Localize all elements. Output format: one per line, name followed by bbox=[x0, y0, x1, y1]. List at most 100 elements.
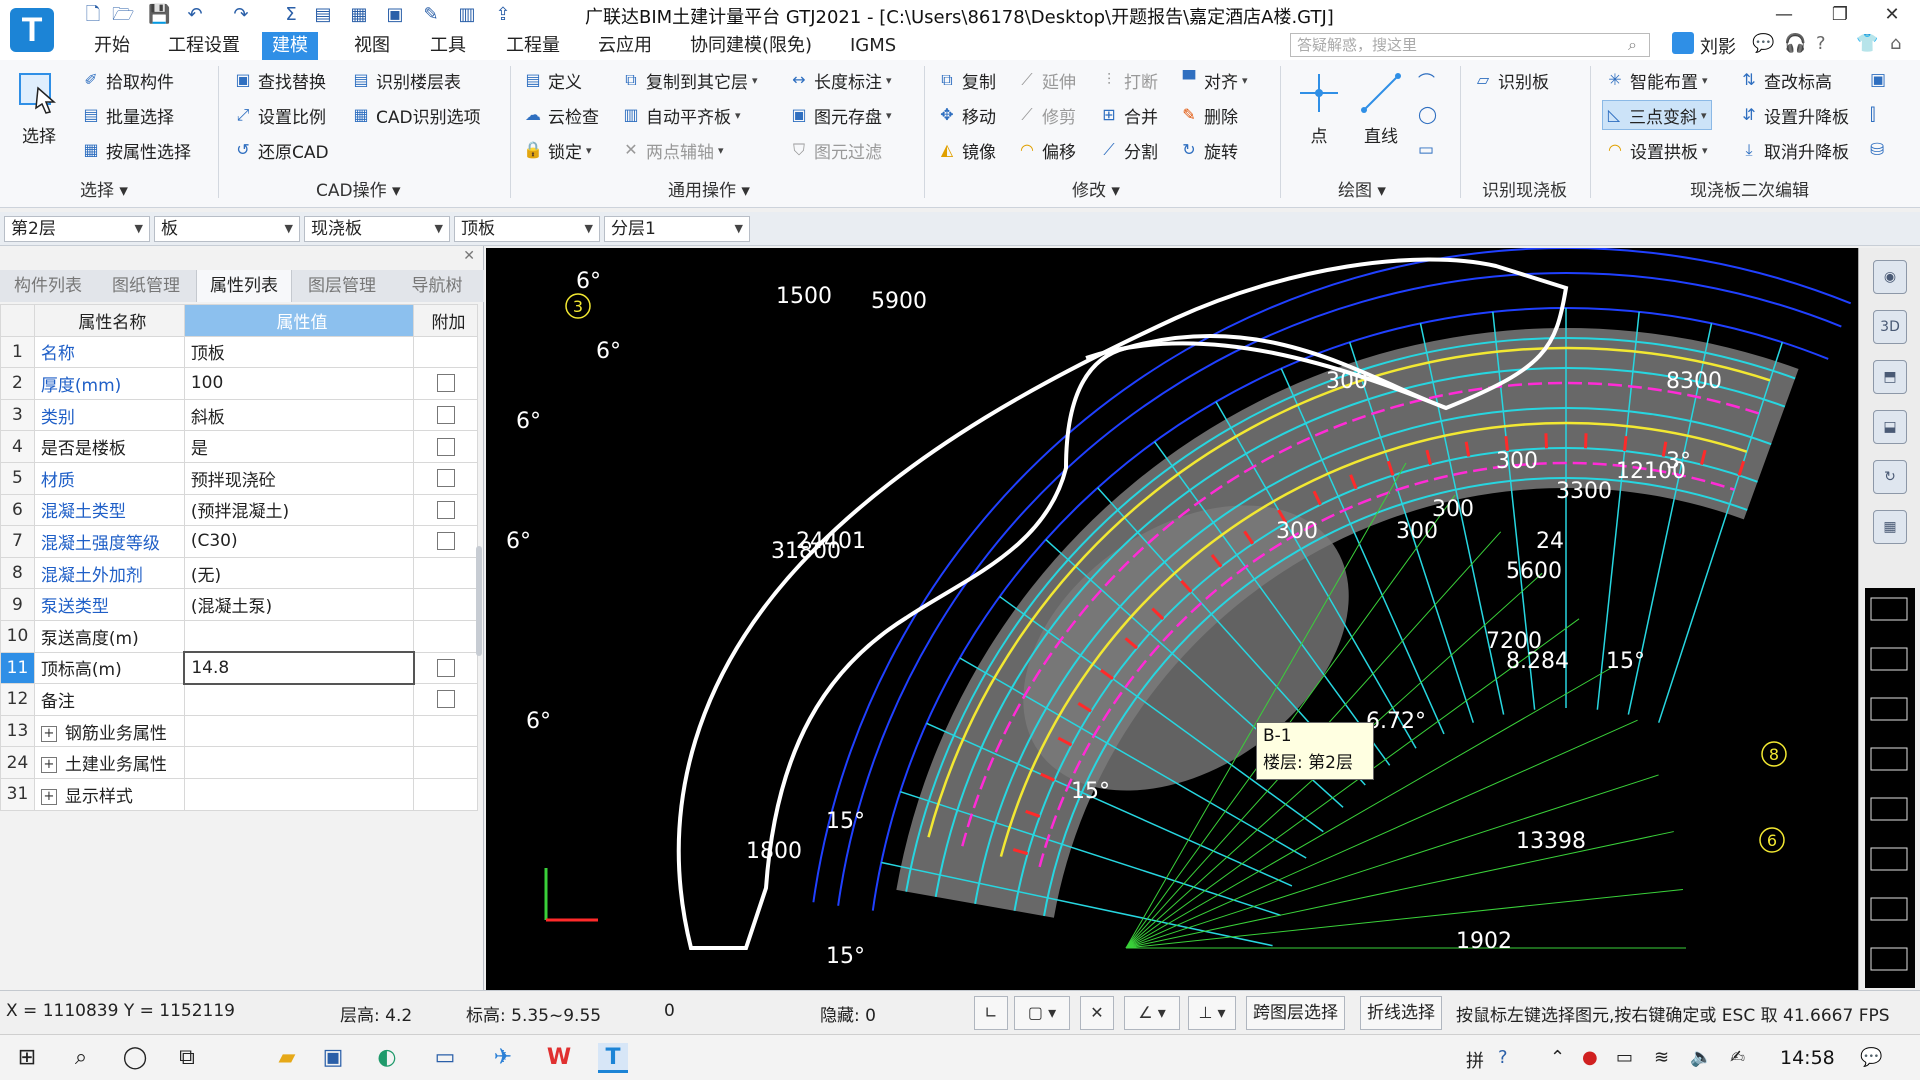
task-view-icon[interactable]: ⧉ bbox=[172, 1043, 202, 1073]
cloud-check-button[interactable]: ☁ 云检查 bbox=[522, 100, 599, 130]
battery-icon[interactable]: ▭ bbox=[1616, 1047, 1633, 1068]
qq-icon[interactable]: ● bbox=[1582, 1047, 1598, 1068]
cortana-icon[interactable]: ◯ bbox=[120, 1043, 150, 1073]
two-point-axis-button[interactable]: ✕ 两点辅轴 ▾ bbox=[620, 135, 723, 165]
home-icon[interactable]: ⌂ bbox=[1890, 33, 1901, 54]
table-row[interactable]: 1 名称 顶板 bbox=[0, 335, 478, 369]
merge-button[interactable]: ⊞ 合并 bbox=[1098, 100, 1158, 130]
trim-button[interactable]: ⟋ 修剪 bbox=[1016, 100, 1076, 130]
table-row[interactable]: 9 泵送类型 (混凝土泵) bbox=[0, 588, 478, 621]
file-explorer-icon[interactable]: ▰ bbox=[272, 1043, 302, 1073]
length-dimension-button[interactable]: ↔ 长度标注 ▾ bbox=[788, 65, 891, 95]
table-row[interactable]: 8 混凝土外加剂 (无) bbox=[0, 556, 478, 590]
panel-scrollbar[interactable] bbox=[476, 546, 482, 656]
smart-layout-button[interactable]: ✳ 智能布置 ▾ bbox=[1604, 65, 1707, 95]
volume-icon[interactable]: 🔈 bbox=[1690, 1047, 1712, 1068]
gtj-app-icon[interactable]: T bbox=[598, 1043, 628, 1073]
auto-align-slab-button[interactable]: ▥ 自动平齐板 ▾ bbox=[620, 100, 740, 130]
three-point-slope-button[interactable]: ◺ 三点变斜 ▾ bbox=[1602, 100, 1712, 130]
tab-layer-mgmt[interactable]: 图层管理 bbox=[294, 270, 390, 302]
move-button[interactable]: ✥ 移动 bbox=[936, 100, 996, 130]
user-name[interactable]: 刘影 bbox=[1700, 33, 1736, 59]
table-row[interactable]: 24 + 土建业务属性 bbox=[0, 746, 478, 779]
group-general-label[interactable]: 通用操作 ▾ bbox=[668, 176, 750, 201]
undo-icon[interactable]: ↶ bbox=[184, 4, 206, 26]
close-icon[interactable]: ✕ bbox=[463, 248, 475, 264]
pick-component-button[interactable]: ✐ 拾取构件 bbox=[80, 65, 174, 95]
help-icon[interactable]: ? bbox=[1498, 1047, 1508, 1068]
break-button[interactable]: ⫶ 打断 bbox=[1098, 65, 1158, 95]
attach-checkbox[interactable] bbox=[436, 658, 455, 677]
view-cube-icon[interactable]: ◉ bbox=[1873, 260, 1907, 294]
table-row[interactable]: 5 材质 预拌现浇砼 bbox=[0, 461, 478, 495]
check-elevation-button[interactable]: ⇅ 查改标高 bbox=[1738, 65, 1832, 95]
floor-select[interactable]: 第2层 ▼ bbox=[4, 216, 150, 242]
view-3d-icon[interactable]: 3D bbox=[1873, 310, 1907, 344]
table-row[interactable]: 12 备注 bbox=[0, 683, 478, 716]
slab-tool-icon-3[interactable]: ⛁ bbox=[1870, 135, 1884, 165]
attach-checkbox[interactable] bbox=[436, 406, 455, 425]
property-value[interactable]: 100 bbox=[183, 367, 415, 400]
open-file-icon[interactable]: 🗁 bbox=[112, 4, 134, 26]
property-value[interactable]: 预拌现浇砼 bbox=[183, 461, 415, 495]
menu-cloud[interactable]: 云应用 bbox=[588, 32, 662, 60]
table-row[interactable]: 2 厚度(mm) 100 bbox=[0, 367, 478, 400]
rotate-button[interactable]: ↻ 旋转 bbox=[1178, 135, 1238, 165]
shirt-icon[interactable]: 👕 bbox=[1856, 33, 1878, 54]
offset-snap-icon[interactable]: ⊥ ▾ bbox=[1188, 996, 1236, 1030]
restore-button[interactable]: ❐ bbox=[1820, 2, 1860, 28]
mirror-button[interactable]: ◭ 镜像 bbox=[936, 135, 996, 165]
cancel-raise-lower-button[interactable]: ⤓ 取消升降板 bbox=[1738, 135, 1849, 165]
cad-drawing-canvas[interactable]: 3 8 6 1500 5900 31800 24401 300 300 300 300 300 3300… bbox=[486, 248, 1858, 990]
layer-select[interactable]: 分层1 ▼ bbox=[604, 216, 750, 242]
property-value[interactable] bbox=[183, 777, 415, 811]
notification-icon[interactable]: 💬 bbox=[1860, 1047, 1882, 1068]
restore-cad-button[interactable]: ↺ 还原CAD bbox=[232, 135, 328, 165]
search-input[interactable]: 答疑解惑，搜这里 bbox=[1290, 33, 1650, 57]
feishu-icon[interactable]: ✈ bbox=[488, 1043, 518, 1073]
select-button[interactable]: 选择 bbox=[16, 70, 62, 147]
wps-icon[interactable]: W bbox=[544, 1043, 574, 1073]
expand-icon[interactable]: + bbox=[40, 788, 57, 805]
attach-checkbox[interactable] bbox=[436, 469, 455, 488]
property-value[interactable] bbox=[183, 746, 415, 779]
layer-view-icon[interactable]: ▦ bbox=[1873, 510, 1907, 544]
attach-checkbox[interactable] bbox=[436, 500, 455, 519]
menu-view[interactable]: 视图 bbox=[344, 32, 400, 60]
report-icon[interactable]: ▤ bbox=[312, 4, 334, 26]
app-logo[interactable]: T bbox=[10, 8, 54, 52]
rotate-view-icon[interactable]: ↻ bbox=[1873, 460, 1907, 494]
set-arch-slab-button[interactable]: ◠ 设置拱板 ▾ bbox=[1604, 135, 1708, 165]
tab-component-list[interactable]: 构件列表 bbox=[0, 270, 96, 302]
attach-checkbox[interactable] bbox=[436, 437, 455, 456]
element-filter-button[interactable]: ⛉ 图元过滤 bbox=[788, 135, 882, 165]
minimize-button[interactable]: — bbox=[1764, 2, 1804, 28]
set-scale-button[interactable]: ⤢ 设置比例 bbox=[232, 100, 326, 130]
type-select[interactable]: 板 ▼ bbox=[154, 216, 300, 242]
polyline-select-button[interactable]: 折线选择 bbox=[1360, 996, 1442, 1030]
close-button[interactable]: ✕ bbox=[1872, 2, 1912, 28]
property-value[interactable]: (混凝土泵) bbox=[183, 588, 415, 621]
menu-start[interactable]: 开始 bbox=[84, 32, 140, 60]
ortho-icon[interactable]: ∟ bbox=[974, 996, 1008, 1030]
cad-drawing[interactable]: 3861500 590031800244013003003003003003300… bbox=[486, 248, 1858, 990]
save-icon[interactable]: 💾 bbox=[148, 4, 170, 26]
rectangle-icon[interactable]: ▭ bbox=[1418, 135, 1434, 165]
grid-icon[interactable]: ▥ bbox=[456, 4, 478, 26]
menu-project-settings[interactable]: 工程设置 bbox=[158, 32, 250, 60]
menu-modeling[interactable]: 建模 bbox=[262, 32, 318, 60]
property-value[interactable] bbox=[183, 714, 415, 748]
windows-start-icon[interactable]: ⊞ bbox=[12, 1043, 42, 1073]
arc-icon[interactable]: ⌒ bbox=[1418, 65, 1435, 95]
view-iso-icon[interactable]: ⬒ bbox=[1873, 360, 1907, 394]
group-modify-label[interactable]: 修改 ▾ bbox=[1072, 176, 1120, 201]
menu-quantities[interactable]: 工程量 bbox=[496, 32, 570, 60]
extend-button[interactable]: ⟋ 延伸 bbox=[1016, 65, 1076, 95]
batch-select-button[interactable]: ▤ 批量选择 bbox=[80, 100, 174, 130]
search-icon[interactable]: ⌕ bbox=[1628, 35, 1637, 55]
angle-icon[interactable]: ∠ ▾ bbox=[1124, 996, 1180, 1030]
app-window-icon[interactable]: ▭ bbox=[430, 1043, 460, 1073]
attach-checkbox[interactable] bbox=[436, 374, 455, 393]
menu-tools[interactable]: 工具 bbox=[420, 32, 476, 60]
menu-collab[interactable]: 协同建模(限免) bbox=[680, 32, 822, 60]
